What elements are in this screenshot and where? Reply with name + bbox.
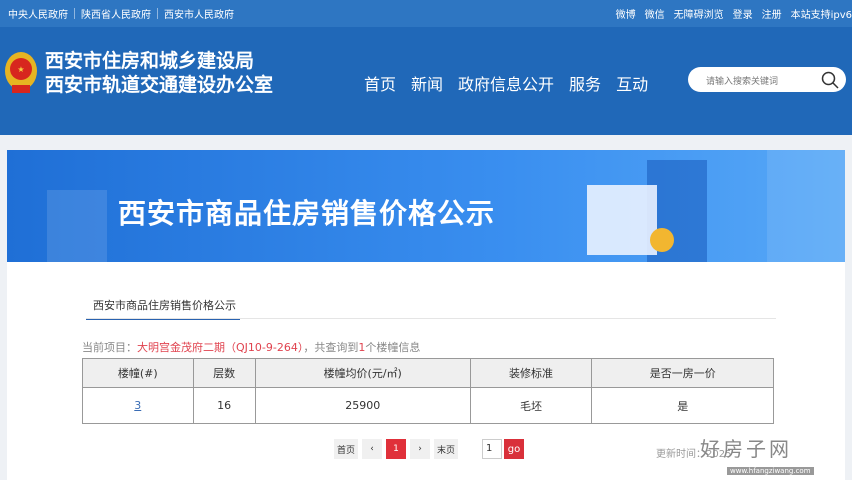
nav-interact[interactable]: 互动 (616, 71, 648, 95)
search-input[interactable]: 请输入搜索关键词 (688, 67, 846, 92)
link-xian-gov[interactable]: 西安市人民政府 (164, 6, 234, 21)
top-bar: 中央人民政府 陕西省人民政府 西安市人民政府 微博 微信 无障碍浏览 登录 注册… (0, 0, 852, 27)
svg-text:★: ★ (17, 65, 24, 74)
nav-news[interactable]: 新闻 (411, 71, 443, 95)
main-nav: 首页 新闻 政府信息公开 服务 互动 (364, 71, 663, 95)
watermark-url: www.hfangziwang.com (727, 467, 814, 475)
go-button[interactable]: go (504, 439, 525, 459)
banner-title: 西安市商品住房销售价格公示 (118, 197, 496, 230)
prev-page-button[interactable]: ‹ (362, 439, 383, 459)
nav-gov-info[interactable]: 政府信息公开 (458, 71, 554, 95)
table-header-row: 楼幢(#) 层数 楼幢均价(元/㎡) 装修标准 是否一房一价 (82, 358, 774, 388)
last-page-button[interactable]: 末页 (434, 439, 459, 459)
watermark-logo: 好房子网 (700, 437, 792, 461)
national-emblem-icon: ★ (5, 52, 37, 93)
tab-divider (86, 318, 776, 319)
page-number-input[interactable]: 1 (482, 439, 503, 459)
building-link[interactable]: 3 (134, 399, 141, 412)
link-central-gov[interactable]: 中央人民政府 (8, 6, 68, 21)
search-icon[interactable] (821, 71, 839, 89)
next-page-button[interactable]: › (410, 439, 431, 459)
link-register[interactable]: 注册 (762, 6, 782, 21)
table-row: 3 16 25900 毛坯 是 (82, 387, 774, 424)
building-table: 楼幢(#) 层数 楼幢均价(元/㎡) 装修标准 是否一房一价 3 16 2590… (82, 358, 774, 424)
link-weibo[interactable]: 微博 (616, 6, 636, 21)
pagination: 首页 ‹ 1 › 末页 1 go (334, 439, 525, 459)
link-accessibility[interactable]: 无障碍浏览 (674, 6, 724, 21)
header: ★ 西安市住房和城乡建设局 西安市轨道交通建设办公室 首页 新闻 政府信息公开 … (0, 27, 852, 135)
org-name[interactable]: 西安市住房和城乡建设局 西安市轨道交通建设办公室 (45, 49, 273, 97)
link-shaanxi-gov[interactable]: 陕西省人民政府 (81, 6, 151, 21)
link-login[interactable]: 登录 (733, 6, 753, 21)
page-1-button[interactable]: 1 (386, 439, 407, 459)
ipv6-label: 本站支持ipv6 (790, 10, 852, 21)
project-name: 大明宫金茂府二期（QJ10-9-264） (137, 341, 304, 354)
nav-service[interactable]: 服务 (569, 71, 601, 95)
link-wechat[interactable]: 微信 (645, 6, 665, 21)
first-page-button[interactable]: 首页 (334, 439, 359, 459)
tab-price-notice[interactable]: 西安市商品住房销售价格公示 (86, 292, 240, 320)
banner: 西安市商品住房销售价格公示 (7, 150, 845, 262)
project-info: 当前项目：大明宫金茂府二期（QJ10-9-264），共查询到1个楼幢信息 (82, 341, 421, 354)
nav-home[interactable]: 首页 (364, 71, 396, 95)
